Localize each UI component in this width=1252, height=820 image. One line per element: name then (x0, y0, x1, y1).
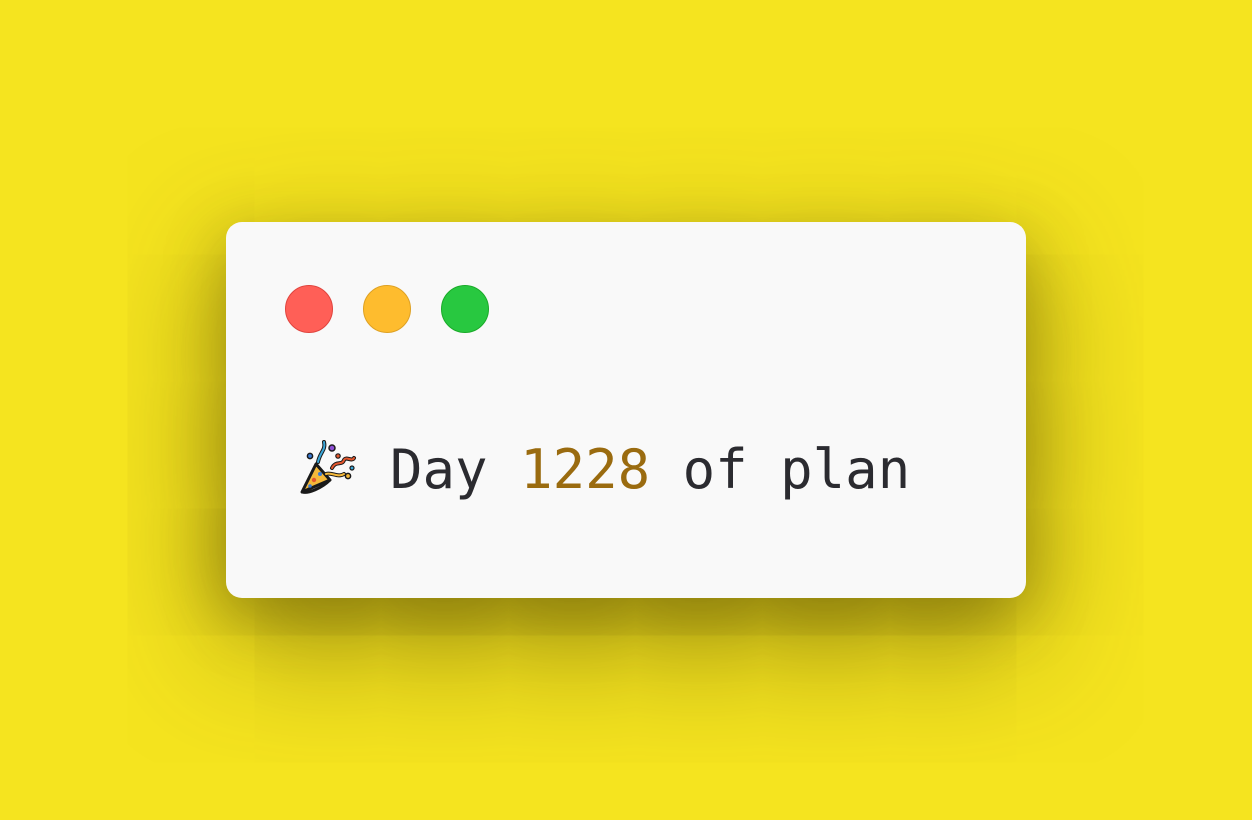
zoom-button[interactable] (441, 285, 489, 333)
code-line: Day 1228 of plan (292, 434, 910, 504)
text-day: Day (390, 437, 488, 501)
close-button[interactable] (285, 285, 333, 333)
day-number: 1228 (520, 437, 651, 501)
window-controls (285, 285, 489, 333)
minimize-button[interactable] (363, 285, 411, 333)
text-of-plan: of plan (682, 437, 911, 501)
code-window: Day 1228 of plan (226, 222, 1026, 598)
party-popper-icon (300, 440, 356, 494)
